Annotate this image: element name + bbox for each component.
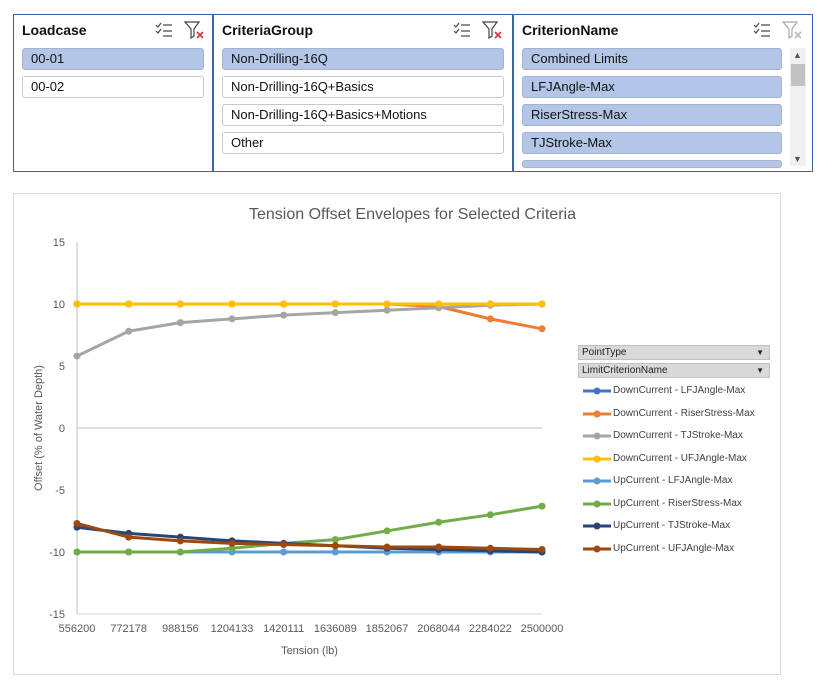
data-point [280, 548, 288, 556]
legend-label: UpCurrent - UFJAngle-Max [613, 542, 735, 554]
data-point [228, 539, 236, 547]
y-tick-label: 5 [59, 361, 65, 373]
data-point [331, 536, 339, 544]
x-tick-label: 2500000 [521, 623, 564, 635]
data-point [280, 300, 288, 308]
data-point [280, 541, 288, 549]
y-axis-title: Offset (% of Water Depth) [33, 365, 45, 491]
legend-marker [583, 455, 611, 462]
legend-label: DownCurrent - LFJAngle-Max [613, 385, 746, 396]
limitcriterionname-field-label: LimitCriterionName [582, 365, 668, 376]
legend-label: UpCurrent - TJStroke-Max [613, 520, 731, 531]
data-point [538, 502, 546, 510]
dropdown-arrow-icon: ▼ [756, 348, 764, 357]
data-point [73, 519, 81, 527]
legend-label: DownCurrent - TJStroke-Max [613, 430, 743, 441]
x-axis-title: Tension (lb) [281, 645, 338, 657]
series-line [76, 522, 543, 552]
x-tick-label: 2068044 [417, 623, 460, 635]
series-line [77, 302, 543, 331]
data-point [486, 300, 494, 308]
y-tick-label: -15 [49, 609, 65, 621]
dropdown-arrow-icon: ▼ [756, 366, 764, 375]
data-point [331, 542, 339, 550]
series-line [76, 302, 543, 358]
data-point [331, 548, 339, 556]
legend-label: UpCurrent - RiserStress-Max [613, 497, 742, 509]
legend-marker [583, 545, 611, 552]
data-point [125, 548, 133, 556]
data-point [383, 543, 391, 551]
data-point [125, 300, 133, 308]
data-point [125, 533, 133, 541]
data-point [73, 548, 81, 556]
y-tick-label: 0 [59, 423, 65, 435]
pointtype-field-button[interactable]: PointType ▼ [578, 345, 770, 360]
legend-marker [583, 477, 611, 485]
y-tick-label: -5 [55, 485, 65, 497]
data-point [383, 306, 391, 314]
data-point [176, 548, 184, 556]
legend-marker [583, 432, 611, 440]
data-point [486, 315, 494, 323]
legend-label: DownCurrent - UFJAngle-Max [613, 452, 747, 464]
pointtype-field-label: PointType [582, 347, 627, 358]
data-point [125, 327, 133, 335]
data-point [280, 311, 288, 319]
legend-marker [583, 387, 611, 395]
data-point [73, 352, 81, 360]
x-tick-label: 1420111 [263, 623, 304, 635]
data-point [435, 300, 443, 308]
x-tick-label: 1204133 [211, 623, 254, 635]
x-tick-label: 988156 [162, 623, 199, 635]
legend-label: UpCurrent - LFJAngle-Max [613, 475, 733, 486]
data-point [331, 309, 339, 317]
data-point [486, 511, 494, 519]
y-tick-label: -10 [49, 547, 65, 559]
y-tick-label: 10 [53, 299, 65, 311]
data-point [435, 543, 443, 551]
data-point [538, 300, 546, 308]
data-point [176, 537, 184, 545]
limitcriterionname-field-button[interactable]: LimitCriterionName ▼ [578, 363, 770, 378]
data-point [228, 300, 236, 308]
data-point [176, 300, 184, 308]
data-point [383, 527, 391, 535]
data-point [435, 518, 443, 526]
x-tick-label: 1852067 [366, 623, 409, 635]
data-point [331, 300, 339, 308]
data-point [383, 300, 391, 308]
legend-marker [583, 522, 611, 530]
y-tick-label: 15 [53, 237, 65, 249]
x-tick-label: 2284022 [469, 623, 512, 635]
data-point [538, 546, 546, 554]
data-point [228, 315, 236, 323]
legend-marker [583, 410, 611, 417]
x-tick-label: 1636089 [314, 623, 357, 635]
legend-marker [583, 500, 611, 507]
data-point [538, 325, 546, 333]
data-point [73, 300, 81, 308]
x-tick-label: 772178 [110, 623, 147, 635]
data-point [176, 319, 184, 327]
x-tick-label: 556200 [59, 623, 96, 635]
data-point [486, 544, 494, 552]
legend-label: DownCurrent - RiserStress-Max [613, 407, 755, 419]
